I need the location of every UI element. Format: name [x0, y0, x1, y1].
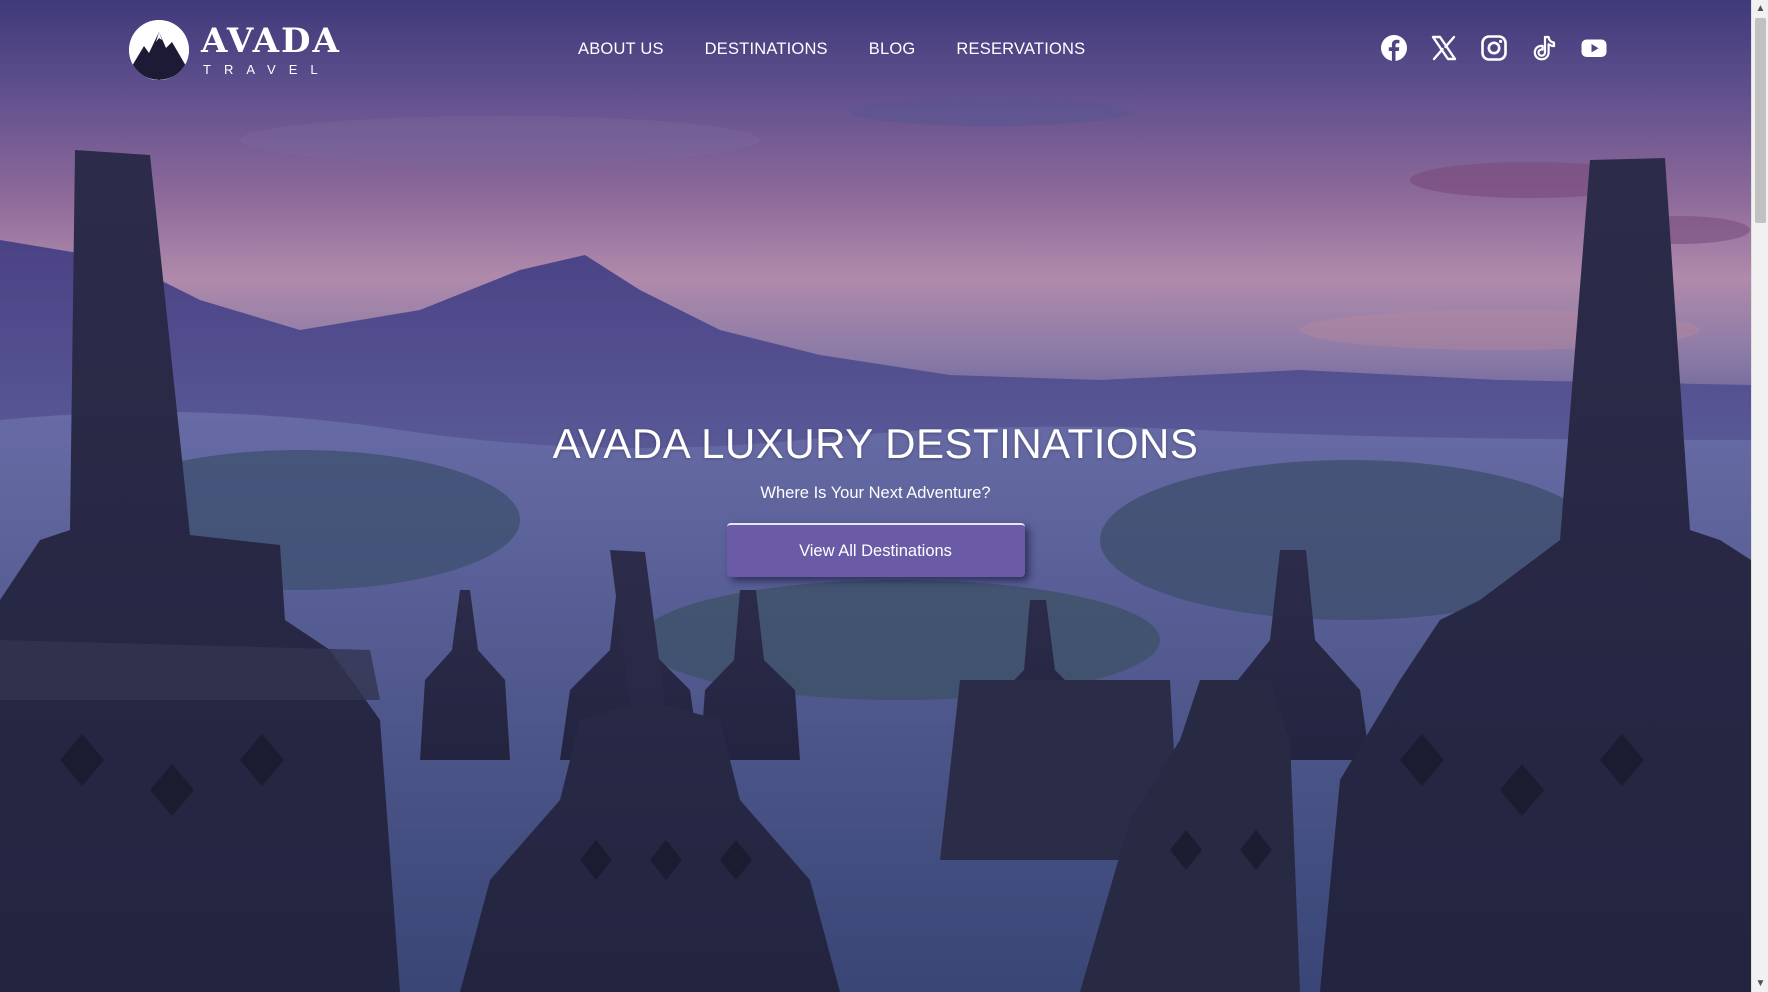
scrollbar-thumb[interactable]: [1755, 18, 1766, 223]
facebook-icon[interactable]: [1380, 34, 1408, 62]
hero-title: AVADA LUXURY DESTINATIONS: [552, 420, 1199, 467]
brand-name: AVADA: [201, 20, 341, 61]
instagram-icon[interactable]: [1480, 34, 1508, 62]
page-scrollbar[interactable]: ▲ ▼: [1751, 0, 1768, 992]
mountain-logo-icon: [129, 20, 189, 80]
brand-logo[interactable]: AVADA TRAVEL: [129, 20, 341, 80]
nav-item-blog[interactable]: BLOG: [869, 40, 916, 59]
nav-item-about-us[interactable]: ABOUT US: [578, 40, 664, 59]
main-nav: ABOUT US DESTINATIONS BLOG RESERVATIONS: [578, 40, 1085, 59]
site-header: AVADA TRAVEL ABOUT US DESTINATIONS BLOG …: [0, 0, 1751, 100]
nav-item-destinations[interactable]: DESTINATIONS: [705, 40, 828, 59]
hero-subtitle: Where Is Your Next Adventure?: [760, 484, 991, 502]
nav-item-reservations[interactable]: RESERVATIONS: [956, 40, 1085, 59]
hero-section: AVADA LUXURY DESTINATIONS Where Is Your …: [0, 420, 1751, 577]
tiktok-icon[interactable]: [1530, 34, 1558, 62]
youtube-icon[interactable]: [1580, 34, 1608, 62]
view-all-destinations-button[interactable]: View All Destinations: [726, 523, 1025, 577]
hero-page: AVADA TRAVEL ABOUT US DESTINATIONS BLOG …: [0, 0, 1751, 992]
scroll-down-arrow-icon[interactable]: ▼: [1752, 975, 1768, 992]
social-links: [1380, 34, 1608, 62]
x-twitter-icon[interactable]: [1430, 34, 1458, 62]
scroll-up-arrow-icon[interactable]: ▲: [1752, 0, 1768, 17]
brand-tagline: TRAVEL: [203, 61, 331, 77]
